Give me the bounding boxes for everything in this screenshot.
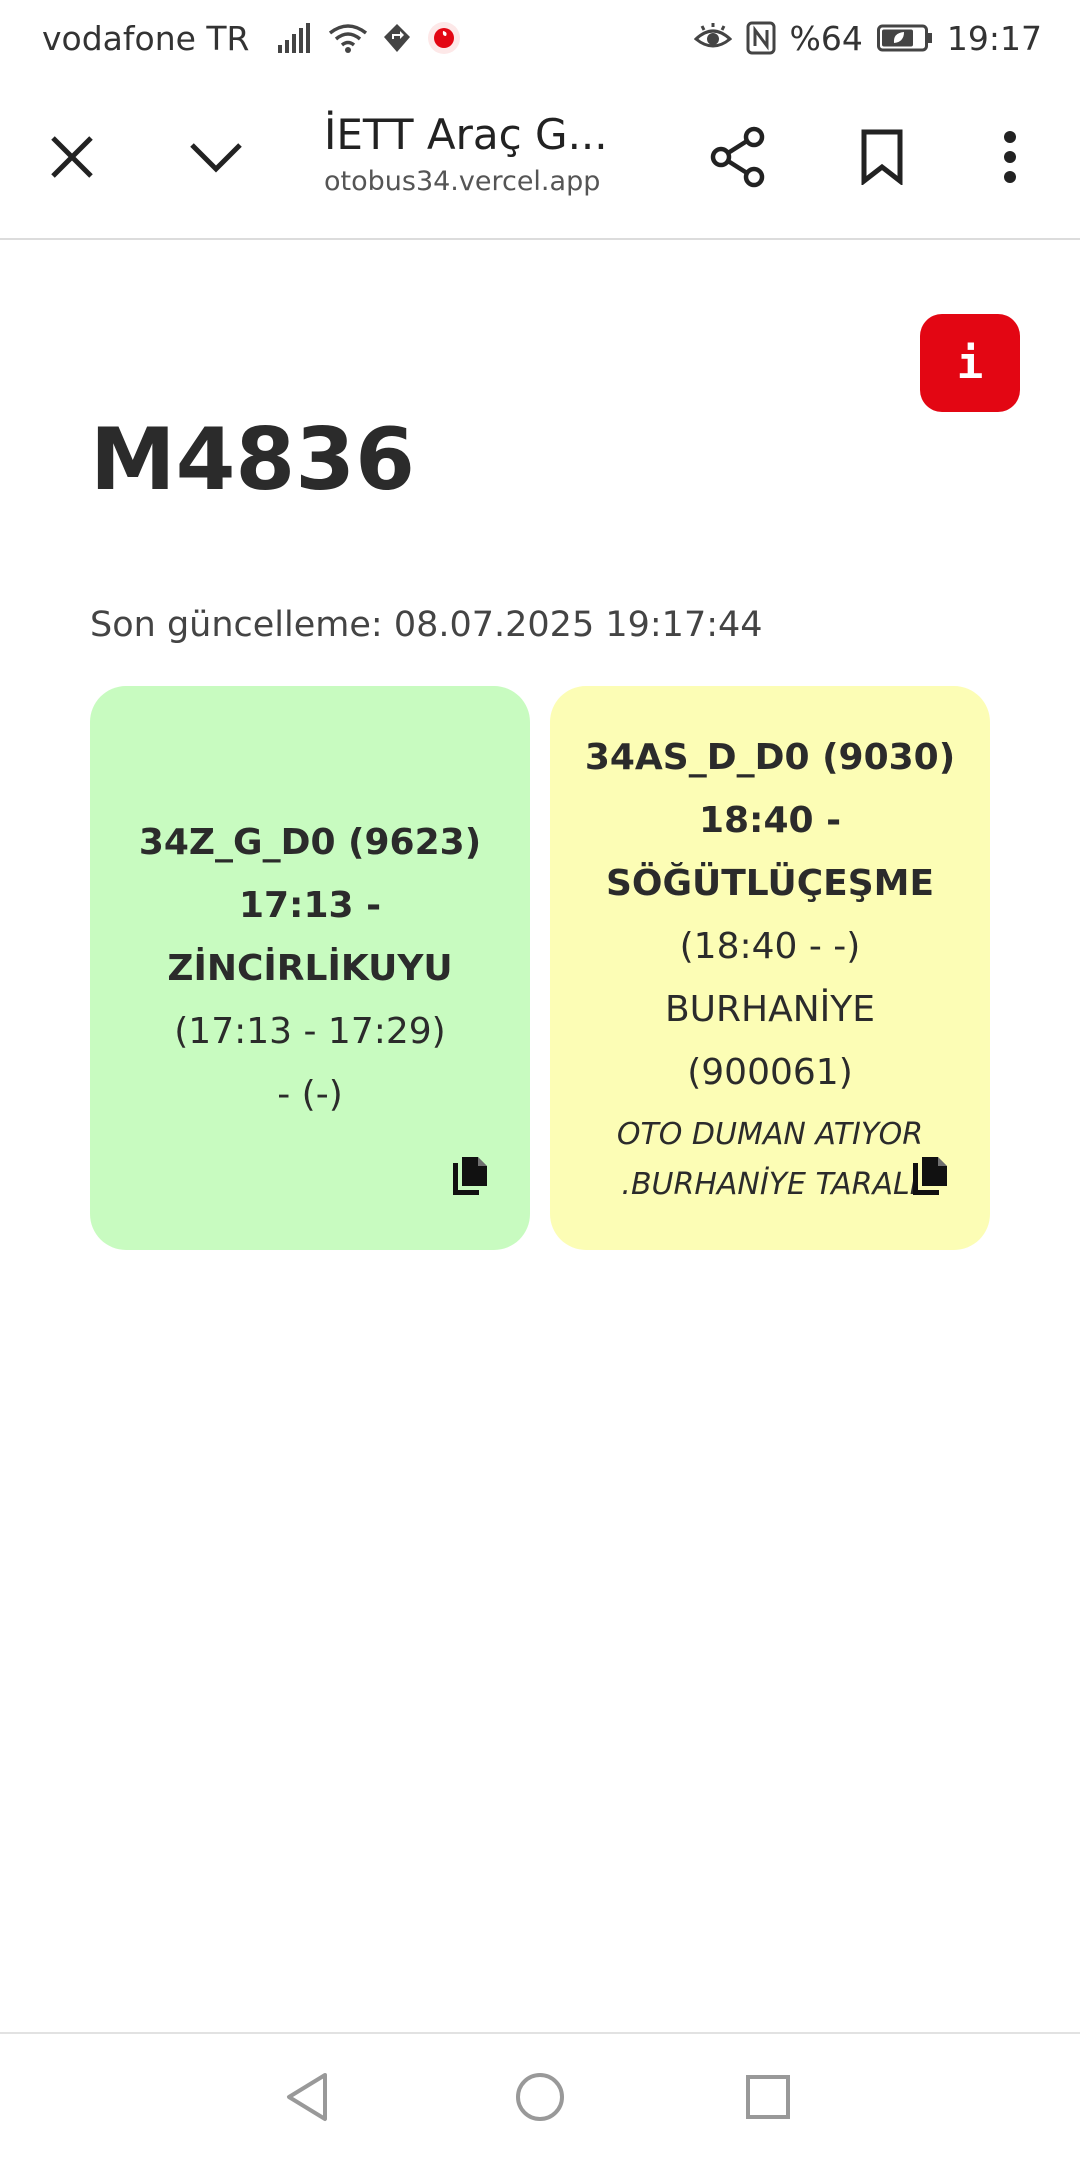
stop-info: - (-) [277,1073,343,1115]
wifi-icon [328,22,368,54]
destination: SÖĞÜTLÜÇEŞME [605,863,935,904]
copy-button[interactable] [910,1154,950,1198]
destination: ZİNCİRLİKUYU [167,947,453,989]
screen: vodafone TR %64 19:17 İETT Araç G... oto… [0,0,1080,2160]
last-update-text: Son güncelleme: 08.07.2025 19:17:44 [90,605,763,645]
trip-note-line: OTO DUMAN ATIYOR [616,1117,924,1152]
page-url: otobus34.vercel.app [324,166,601,197]
carrier-name: vodafone TR [42,18,250,58]
departure-time: 18:40 - [698,800,842,841]
battery-percent: %64 [789,18,863,58]
departure-time: 17:13 - [238,884,382,926]
home-button[interactable] [505,2062,575,2132]
bookmark-icon [861,129,903,185]
copy-icon [913,1157,947,1195]
recent-square-icon [746,2075,790,2119]
back-triangle-icon [287,2073,327,2121]
trip-note-line: .BURHANİYE TARALI [621,1167,919,1202]
vodafone-icon [426,20,462,56]
home-circle-icon [516,2073,564,2121]
nfc-icon [746,21,776,55]
more-vertical-icon [1004,131,1016,183]
stop-code: (900061) [687,1052,853,1093]
share-icon [710,126,765,188]
trip-card: 34AS_D_D0 (9030) 18:40 - SÖĞÜTLÜÇEŞME (1… [550,686,990,1250]
copy-button[interactable] [450,1154,490,1198]
page-title-area[interactable]: İETT Araç G... otobus34.vercel.app [324,108,624,200]
more-options-button[interactable] [970,117,1050,197]
bookmark-button[interactable] [842,117,922,197]
trip-note: OTO DUMAN ATIYOR .BURHANİYE TARALI [580,1110,960,1210]
eye-comfort-icon [693,23,732,53]
copy-icon [453,1157,487,1195]
browser-toolbar: İETT Araç G... otobus34.vercel.app [0,76,1080,240]
info-button[interactable]: i [920,314,1020,412]
status-left: vodafone TR [42,19,462,58]
signal-icon [276,23,314,53]
route-code: 34AS_D_D0 (9030) [584,737,956,778]
close-icon [51,136,93,178]
battery-icon [876,23,933,53]
share-button[interactable] [698,117,778,197]
back-button[interactable] [272,2062,342,2132]
vehicle-id: M4836 [90,410,415,510]
time-range: (17:13 - 17:29) [174,1010,446,1052]
status-right: %64 19:17 [693,18,1042,58]
minimize-button[interactable] [176,117,256,197]
clock: 19:17 [946,18,1042,58]
page-title: İETT Araç G... [324,110,608,159]
status-bar: vodafone TR %64 19:17 [0,0,1080,76]
route-code: 34Z_G_D0 (9623) [138,821,482,863]
stop-name: BURHANİYE [664,989,876,1030]
chevron-down-icon [190,143,242,173]
time-range: (18:40 - -) [679,926,861,967]
recent-apps-button[interactable] [733,2062,803,2132]
trip-cards: 34Z_G_D0 (9623) 17:13 - ZİNCİRLİKUYU (17… [90,686,990,1250]
navigation-icon [382,22,412,54]
system-nav-bar [0,2032,1080,2160]
close-button[interactable] [32,117,112,197]
trip-card: 34Z_G_D0 (9623) 17:13 - ZİNCİRLİKUYU (17… [90,686,530,1250]
